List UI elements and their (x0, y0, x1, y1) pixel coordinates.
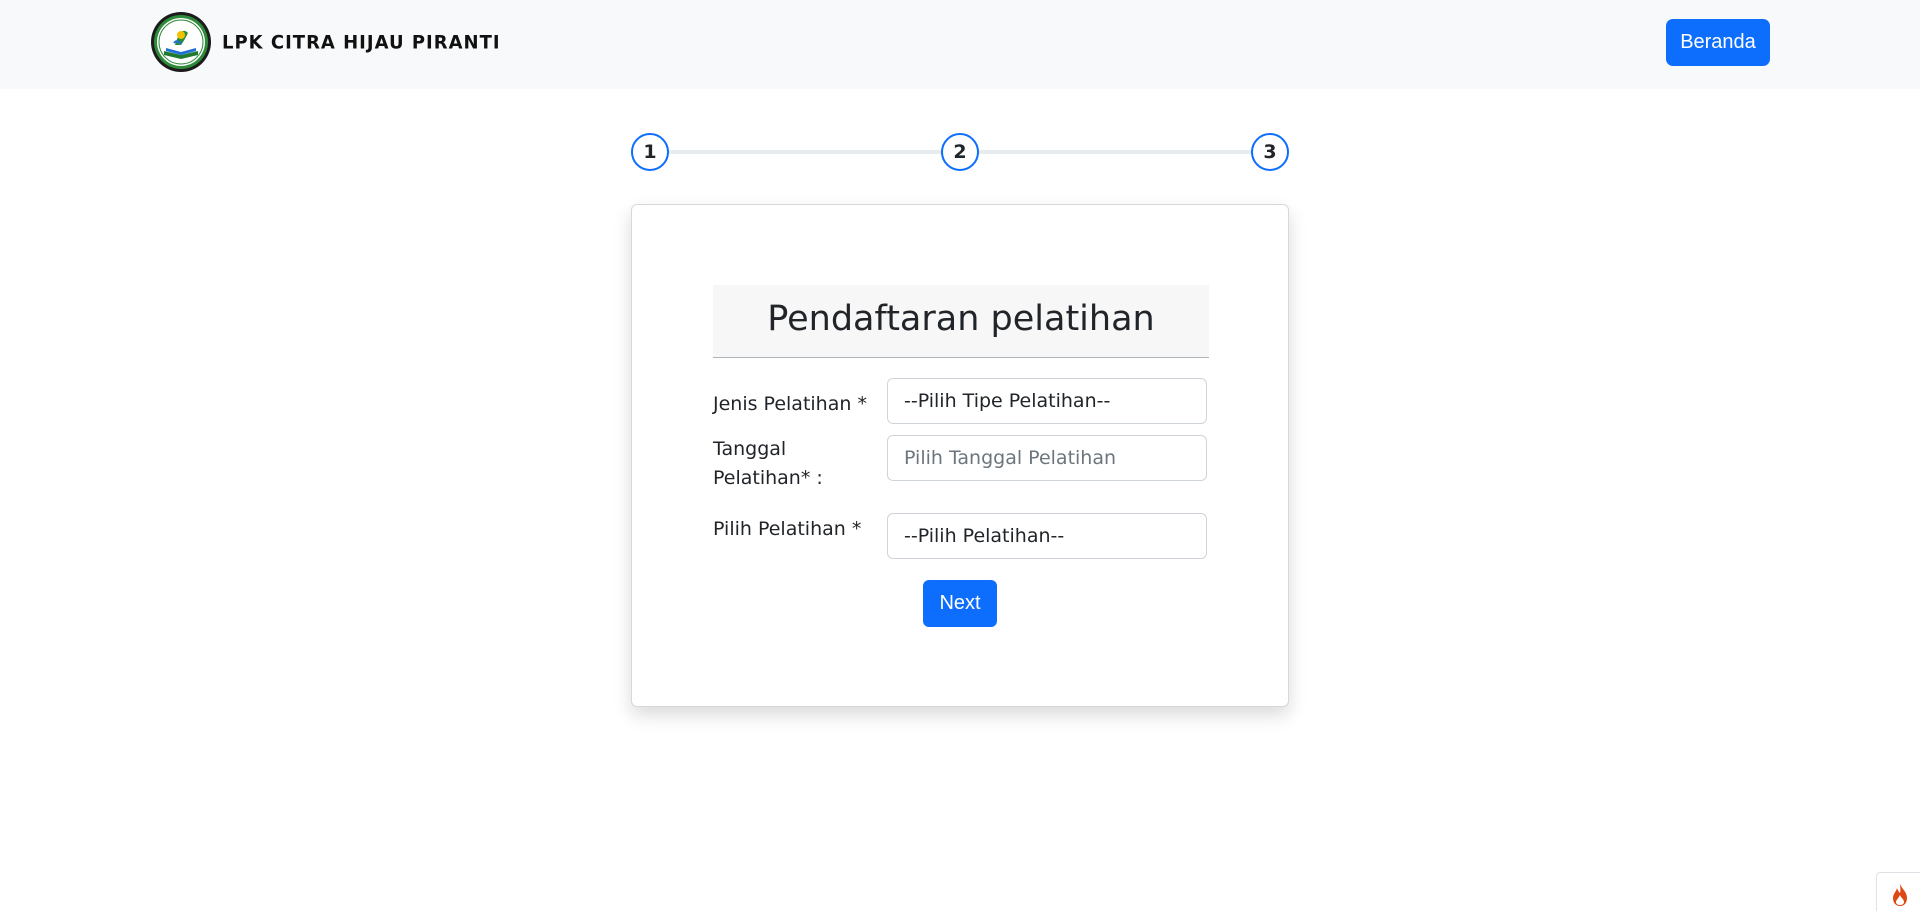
step-2: 2 (941, 133, 979, 171)
tanggal-pelatihan-input[interactable]: Pilih Tanggal Pelatihan (887, 435, 1207, 481)
step-3: 3 (1251, 133, 1289, 171)
step-progress: 1 2 3 (631, 133, 1291, 171)
debug-toolbar-toggle[interactable] (1876, 872, 1920, 911)
jenis-pelatihan-select[interactable]: --Pilih Tipe Pelatihan-- (887, 378, 1207, 424)
tanggal-pelatihan-label: Tanggal Pelatihan* : (713, 438, 823, 489)
pilih-pelatihan-label: Pilih Pelatihan * (713, 518, 862, 540)
brand-name: LPK CITRA HIJAU PIRANTI (222, 30, 501, 54)
step-1: 1 (631, 133, 669, 171)
jenis-pelatihan-label: Jenis Pelatihan * (713, 393, 867, 415)
form-title: Pendaftaran pelatihan (713, 285, 1209, 358)
next-button[interactable]: Next (923, 580, 997, 627)
navbar: LPK CITRA HIJAU PIRANTI Beranda (0, 0, 1920, 89)
brand[interactable]: LPK CITRA HIJAU PIRANTI (150, 11, 501, 73)
flame-icon (1893, 884, 1907, 906)
home-button[interactable]: Beranda (1666, 19, 1770, 66)
pilih-pelatihan-select[interactable]: --Pilih Pelatihan-- (887, 513, 1207, 559)
organization-logo-icon (151, 12, 211, 72)
registration-card: Pendaftaran pelatihan Jenis Pelatihan * … (631, 204, 1289, 707)
